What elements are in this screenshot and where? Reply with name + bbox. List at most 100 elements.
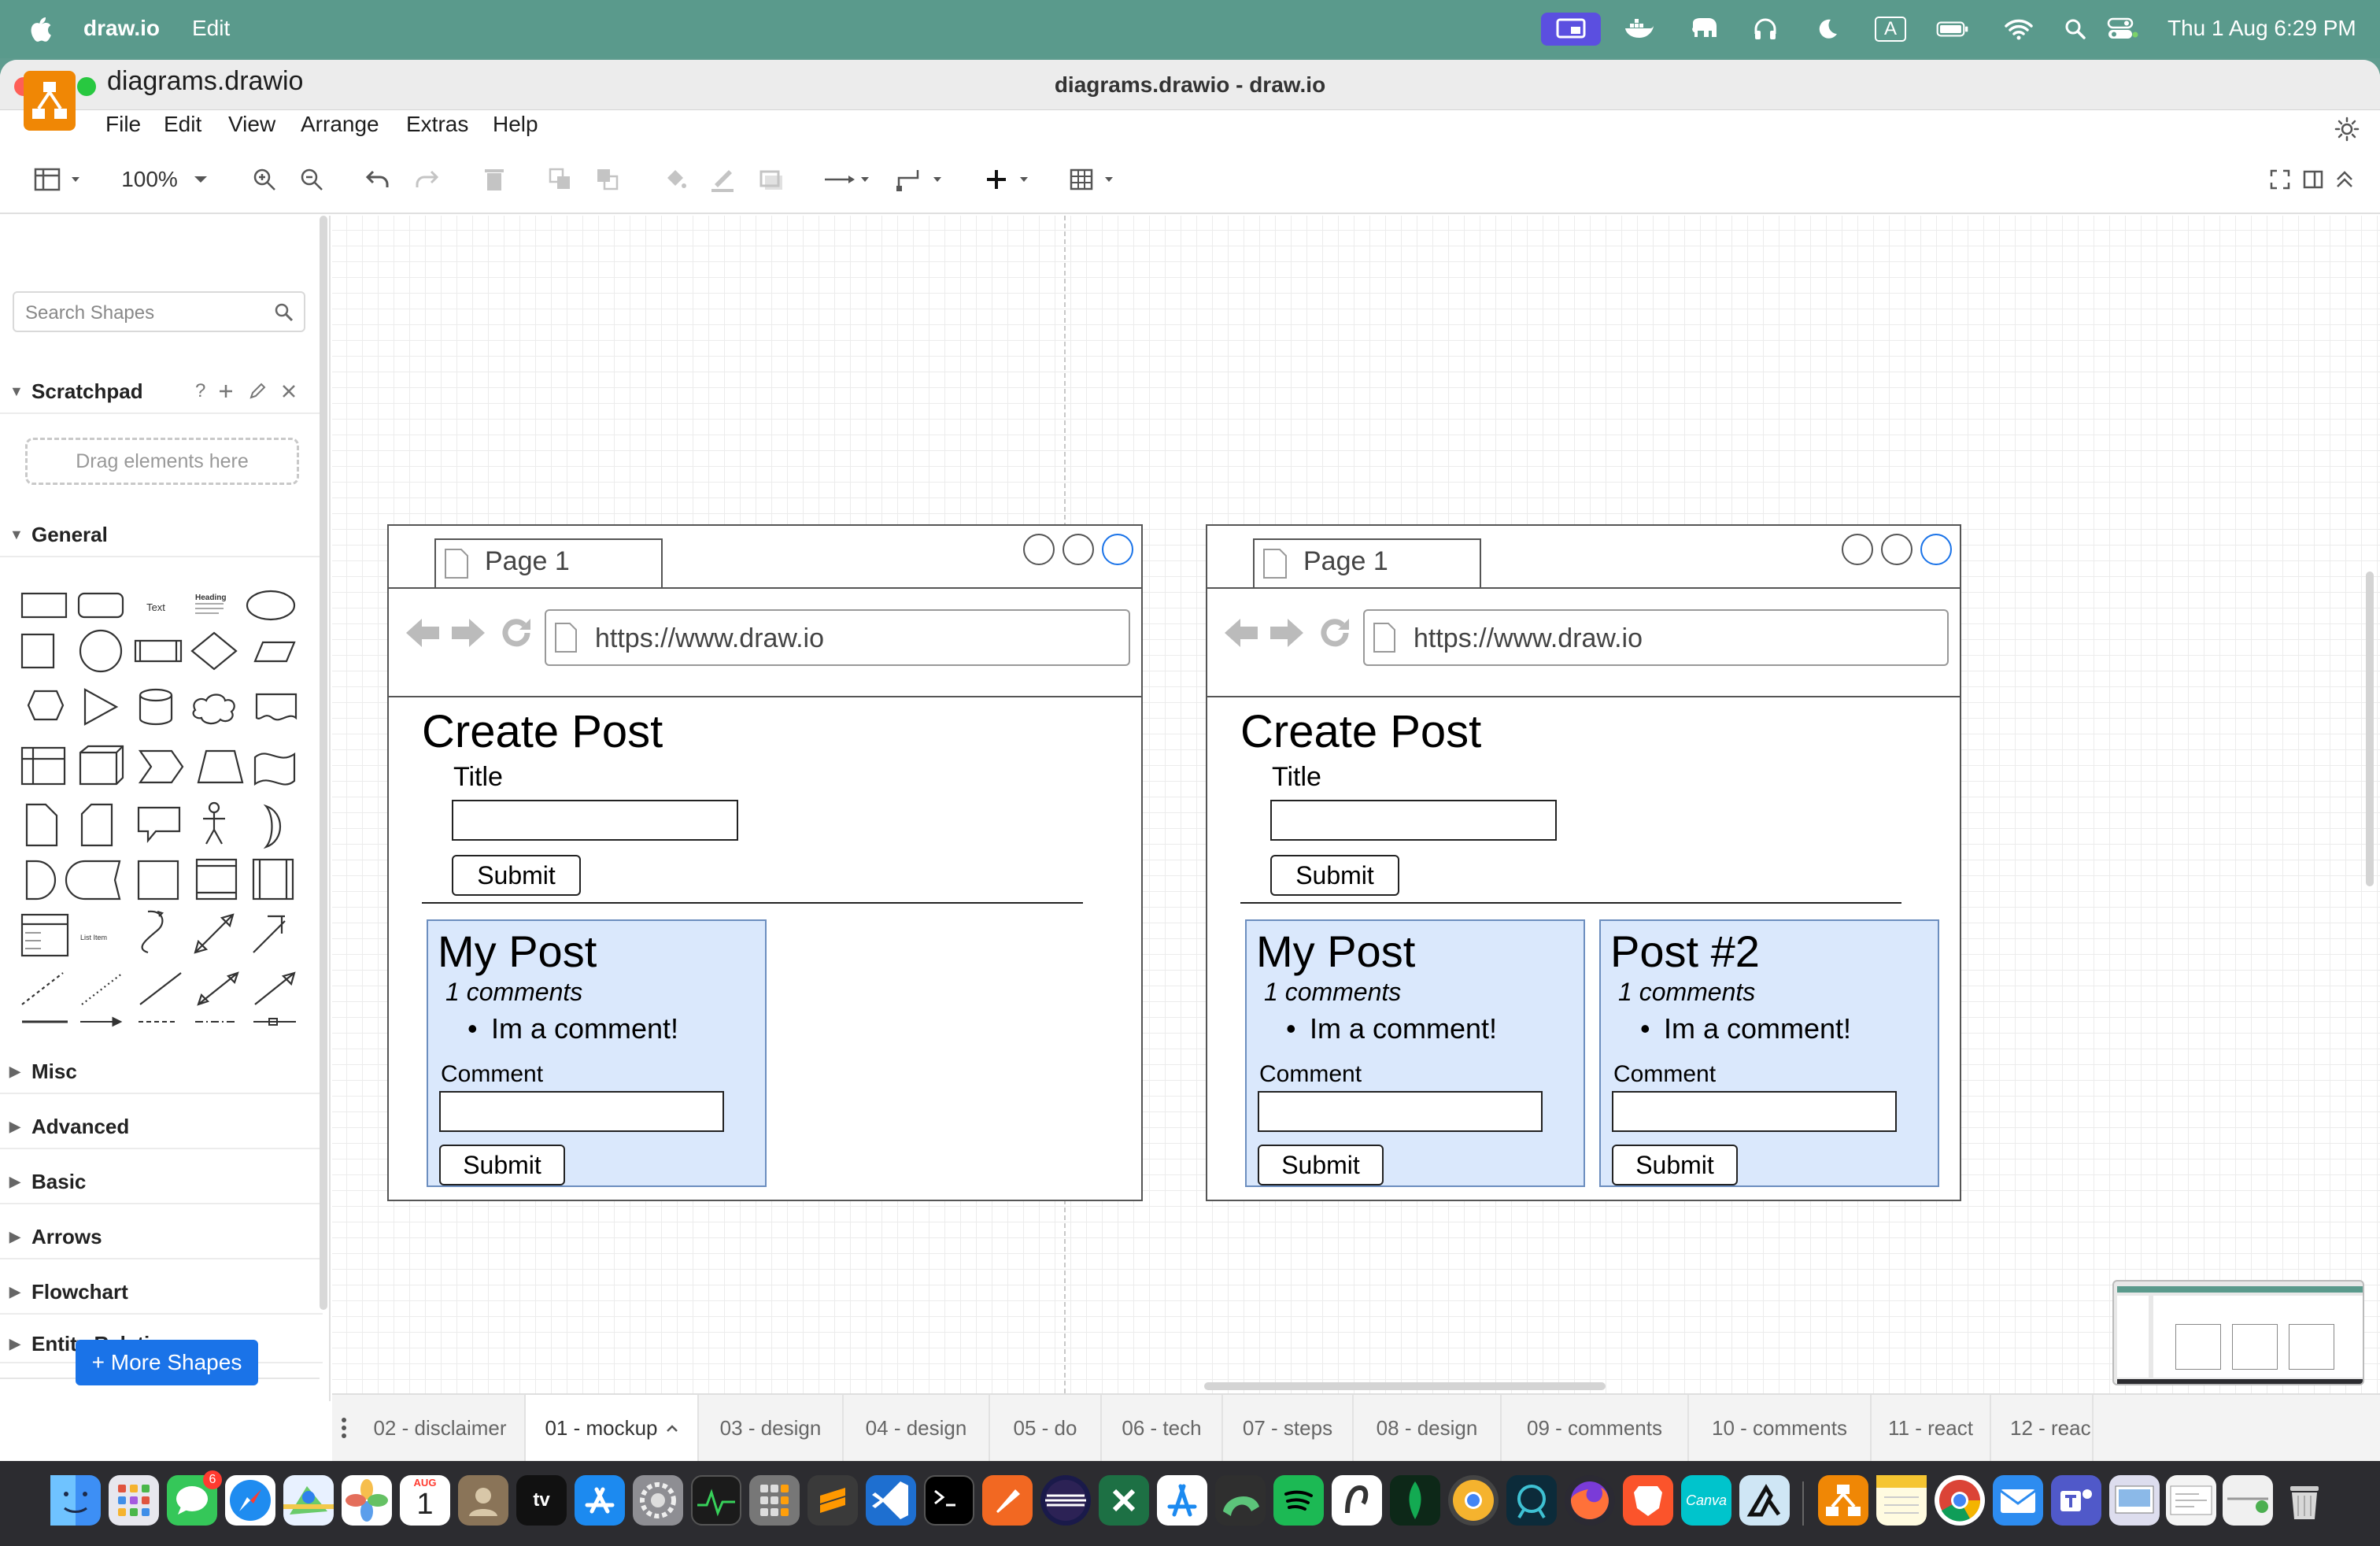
help-icon[interactable]: ? <box>195 380 205 402</box>
control-center-icon[interactable] <box>2106 13 2139 46</box>
search-icon[interactable] <box>2059 13 2092 46</box>
post-card[interactable]: My Post 1 comments • Im a comment! Commen… <box>1245 919 1585 1187</box>
menu-edit[interactable]: Edit <box>164 112 201 137</box>
photos-icon[interactable] <box>342 1475 392 1526</box>
elephant-icon[interactable] <box>1687 13 1720 46</box>
submit-comment-button[interactable]: Submit <box>439 1145 565 1185</box>
title-input[interactable] <box>452 800 738 841</box>
theme-sun-icon[interactable] <box>2334 117 2360 142</box>
maps-icon[interactable] <box>283 1475 334 1526</box>
page-tab[interactable]: 07 - steps <box>1223 1395 1354 1461</box>
app-store-icon[interactable] <box>575 1475 625 1526</box>
section-advanced[interactable]: ▶ Advanced <box>0 1105 323 1149</box>
battery-icon[interactable] <box>1936 13 1969 46</box>
page-tab[interactable]: 11 - react <box>1872 1395 1991 1461</box>
calculator-icon[interactable] <box>749 1475 800 1526</box>
klokki-icon[interactable] <box>1739 1475 1790 1526</box>
diagram-canvas[interactable]: Page 1 https://www.draw.io Create Post T… <box>332 216 2380 1393</box>
submit-comment-button[interactable]: Submit <box>1258 1145 1384 1185</box>
title-input[interactable] <box>1270 800 1557 841</box>
pen-app-icon[interactable] <box>982 1475 1033 1526</box>
section-flowchart[interactable]: ▶ Flowchart <box>0 1270 323 1315</box>
contacts-icon[interactable] <box>458 1475 508 1526</box>
menu-file[interactable]: File <box>105 112 141 137</box>
recent-document-icon[interactable] <box>2166 1475 2216 1526</box>
notes-icon[interactable] <box>1876 1475 1927 1526</box>
pages-menu-icon[interactable] <box>332 1395 356 1461</box>
wifi-icon[interactable] <box>2002 13 2035 46</box>
page-tab[interactable]: 08 - design <box>1354 1395 1502 1461</box>
dbeaver-icon[interactable] <box>1215 1475 1266 1526</box>
screenshot-thumbnail[interactable] <box>2112 1280 2364 1385</box>
table-icon[interactable] <box>1067 162 1122 197</box>
vertical-scrollbar[interactable] <box>2366 571 2374 886</box>
recent-window-icon[interactable] <box>2223 1475 2273 1526</box>
menu-view[interactable]: View <box>228 112 275 137</box>
search-shapes-input[interactable]: Search Shapes <box>13 291 305 332</box>
zoom-out-icon[interactable] <box>296 162 327 197</box>
window-controls-icon[interactable] <box>1840 532 1957 567</box>
system-settings-icon[interactable] <box>633 1475 683 1526</box>
preview-icon[interactable] <box>2109 1475 2160 1526</box>
screen-share-icon[interactable] <box>1541 13 1601 46</box>
reload-icon[interactable] <box>1318 616 1352 650</box>
browser-mockup-1[interactable]: Page 1 https://www.draw.io Create Post T… <box>387 524 1143 1201</box>
sidebar-scrollbar[interactable] <box>320 216 327 1310</box>
fullscreen-icon[interactable] <box>2267 162 2293 197</box>
drawio-dock-icon[interactable] <box>1818 1475 1868 1526</box>
delete-icon[interactable] <box>479 162 510 197</box>
section-basic[interactable]: ▶ Basic <box>0 1160 323 1204</box>
more-shapes-button[interactable]: + More Shapes <box>76 1340 258 1385</box>
eclipse-icon[interactable] <box>1040 1475 1091 1526</box>
post-card[interactable]: My Post 1 comments • Im a comment! Commen… <box>427 919 767 1187</box>
to-back-icon[interactable] <box>592 162 623 197</box>
close-icon[interactable] <box>280 383 298 400</box>
shadow-icon[interactable] <box>756 162 787 197</box>
waypoints-icon[interactable] <box>894 162 949 197</box>
mongodb-icon[interactable] <box>1390 1475 1440 1526</box>
chrome-icon[interactable] <box>1935 1475 1985 1526</box>
page-tab-active[interactable]: 01 - mockup <box>526 1395 699 1461</box>
tableplus-icon[interactable] <box>1332 1475 1382 1526</box>
page-tab[interactable]: 12 - reac <box>1991 1395 2094 1461</box>
input-source-icon[interactable]: A <box>1875 17 1906 42</box>
collapse-icon[interactable] <box>2331 162 2358 197</box>
trash-icon[interactable] <box>2279 1475 2330 1526</box>
firefox-icon[interactable] <box>1565 1475 1615 1526</box>
spotify-icon[interactable] <box>1273 1475 1324 1526</box>
vscode-icon[interactable] <box>866 1475 916 1526</box>
headphones-icon[interactable] <box>1749 13 1782 46</box>
teams-icon[interactable] <box>2051 1475 2101 1526</box>
scratchpad-drop-zone[interactable]: Drag elements here <box>25 438 299 485</box>
safari-icon[interactable] <box>225 1475 275 1526</box>
edit-menu[interactable]: Edit <box>192 16 230 41</box>
comment-input[interactable] <box>1258 1091 1543 1132</box>
comment-input[interactable] <box>439 1091 724 1132</box>
connection-style-icon[interactable] <box>822 162 877 197</box>
brave-icon[interactable] <box>1623 1475 1673 1526</box>
undo-icon[interactable] <box>362 162 394 197</box>
page-tab[interactable]: 09 - comments <box>1502 1395 1689 1461</box>
menu-help[interactable]: Help <box>493 112 538 137</box>
finder-icon[interactable] <box>50 1475 101 1526</box>
page-tab[interactable]: 06 - tech <box>1102 1395 1223 1461</box>
calendar-icon[interactable]: AUG 1 <box>400 1475 450 1526</box>
line-color-icon[interactable] <box>707 162 738 197</box>
gitkraken-icon[interactable] <box>1506 1475 1557 1526</box>
general-shapes-palette[interactable]: Text Heading List Item <box>9 576 309 1033</box>
page-tab[interactable]: 03 - design <box>699 1395 844 1461</box>
page-tab[interactable]: 10 - comments <box>1689 1395 1872 1461</box>
file-name[interactable]: diagrams.drawio <box>107 66 303 97</box>
reload-icon[interactable] <box>499 616 534 650</box>
chrome-canary-icon[interactable] <box>1448 1475 1499 1526</box>
moon-icon[interactable] <box>1810 13 1843 46</box>
search-icon[interactable] <box>274 302 294 323</box>
app-name[interactable]: draw.io <box>83 16 160 41</box>
docker-icon[interactable] <box>1623 13 1656 46</box>
section-arrows[interactable]: ▶ Arrows <box>0 1215 323 1259</box>
sublime-text-icon[interactable] <box>808 1475 858 1526</box>
horizontal-scrollbar[interactable] <box>1204 1382 1606 1390</box>
page-tab[interactable]: 04 - design <box>844 1395 990 1461</box>
forward-arrow-icon[interactable] <box>1269 617 1305 649</box>
mail-icon[interactable] <box>1993 1475 2043 1526</box>
